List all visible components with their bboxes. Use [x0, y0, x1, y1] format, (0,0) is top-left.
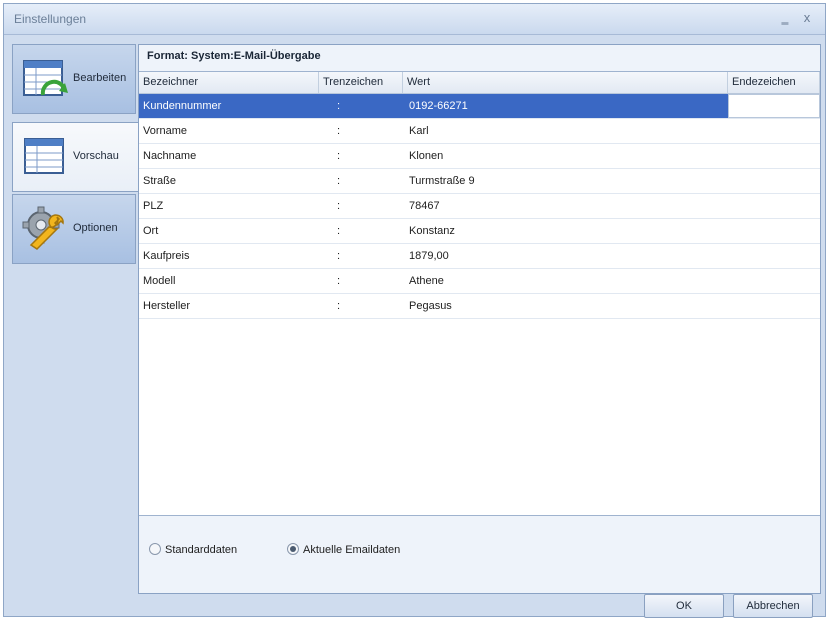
table-row[interactable]: PLZ : 78467	[139, 194, 820, 219]
cancel-button[interactable]: Abbrechen	[733, 594, 813, 618]
window-title: Einstellungen	[14, 12, 87, 26]
settings-window: Einstellungen ‗ x Bearbeiten Vorschau Op…	[3, 3, 826, 618]
sidebar-item-bearbeiten[interactable]: Bearbeiten	[12, 44, 136, 114]
cell-separator: :	[337, 175, 341, 187]
cell-name: Modell	[143, 275, 176, 287]
cell-value: Konstanz	[409, 225, 455, 237]
cell-separator: :	[337, 150, 341, 162]
radio-label: Aktuelle Emaildaten	[303, 544, 401, 556]
radio-aktuelle-emaildaten[interactable]: Aktuelle Emaildaten	[287, 543, 400, 556]
radio-dot	[287, 543, 299, 555]
cell-name: Vorname	[143, 125, 188, 137]
cell-end	[728, 169, 820, 193]
close-icon[interactable]: x	[799, 10, 815, 26]
edit-table-icon	[21, 55, 69, 103]
cell-value: 0192-66271	[409, 100, 468, 112]
column-header-wert[interactable]: Wert	[403, 72, 728, 93]
column-header-trenzeichen[interactable]: Trenzeichen	[319, 72, 403, 93]
cell-end	[728, 294, 820, 318]
cell-name: Nachname	[143, 150, 197, 162]
preview-panel: Format: System:E-Mail-Übergabe Bezeichne…	[138, 44, 821, 594]
gear-wrench-icon	[21, 205, 69, 253]
cell-end	[728, 194, 820, 218]
cell-value: Klonen	[409, 150, 444, 162]
table-row[interactable]: Straße : Turmstraße 9	[139, 169, 820, 194]
cell-value: Karl	[409, 125, 429, 137]
cell-separator: :	[337, 225, 341, 237]
cell-end	[728, 269, 820, 293]
sidebar-item-optionen[interactable]: Optionen	[12, 194, 136, 264]
sidebar-item-label: Bearbeiten	[73, 72, 127, 84]
pin-icon[interactable]: ‗	[777, 10, 793, 26]
cell-name: Kundennummer	[143, 100, 222, 112]
table-row[interactable]: Hersteller : Pegasus	[139, 294, 820, 319]
cell-separator: :	[337, 200, 341, 212]
table-row[interactable]: Vorname : Karl	[139, 119, 820, 144]
radio-dot	[149, 543, 161, 555]
title-bar: Einstellungen ‗ x	[4, 4, 825, 35]
radio-label: Standarddaten	[165, 544, 238, 556]
cell-value: Turmstraße 9	[409, 175, 475, 187]
radio-standarddaten[interactable]: Standarddaten	[149, 543, 237, 556]
table-row[interactable]: Kundennummer : 0192-66271	[139, 94, 820, 119]
cell-separator: :	[337, 300, 341, 312]
ok-button[interactable]: OK	[644, 594, 724, 618]
cell-name: Straße	[143, 175, 177, 187]
preview-table[interactable]: Bezeichner Trenzeichen Wert Endezeichen …	[139, 71, 820, 516]
table-header: Bezeichner Trenzeichen Wert Endezeichen	[139, 72, 820, 94]
sidebar-item-label: Optionen	[73, 222, 118, 234]
column-header-endezeichen[interactable]: Endezeichen	[728, 72, 820, 93]
cell-separator: :	[337, 275, 341, 287]
table-row[interactable]: Kaufpreis : 1879,00	[139, 244, 820, 269]
cell-end	[728, 144, 820, 168]
cell-end	[728, 119, 820, 143]
cell-value: Pegasus	[409, 300, 452, 312]
table-preview-icon	[21, 133, 69, 181]
cell-name: Hersteller	[143, 300, 191, 312]
cell-name: Kaufpreis	[143, 250, 190, 262]
cell-value: Athene	[409, 275, 444, 287]
column-header-bezeichner[interactable]: Bezeichner	[139, 72, 319, 93]
sidebar-item-label: Vorschau	[73, 150, 119, 162]
format-label: Format: System:E-Mail-Übergabe	[147, 50, 321, 62]
sidebar-item-vorschau[interactable]: Vorschau	[12, 122, 140, 192]
cell-separator: :	[337, 250, 341, 262]
table-row[interactable]: Ort : Konstanz	[139, 219, 820, 244]
cell-end	[728, 219, 820, 243]
cell-separator: :	[337, 100, 341, 112]
cell-value: 78467	[409, 200, 440, 212]
cell-end[interactable]	[728, 94, 820, 118]
cell-end	[728, 244, 820, 268]
cell-separator: :	[337, 125, 341, 137]
table-row[interactable]: Nachname : Klonen	[139, 144, 820, 169]
cell-name: PLZ	[143, 200, 164, 212]
cell-name: Ort	[143, 225, 159, 237]
cell-value: 1879,00	[409, 250, 449, 262]
table-row[interactable]: Modell : Athene	[139, 269, 820, 294]
